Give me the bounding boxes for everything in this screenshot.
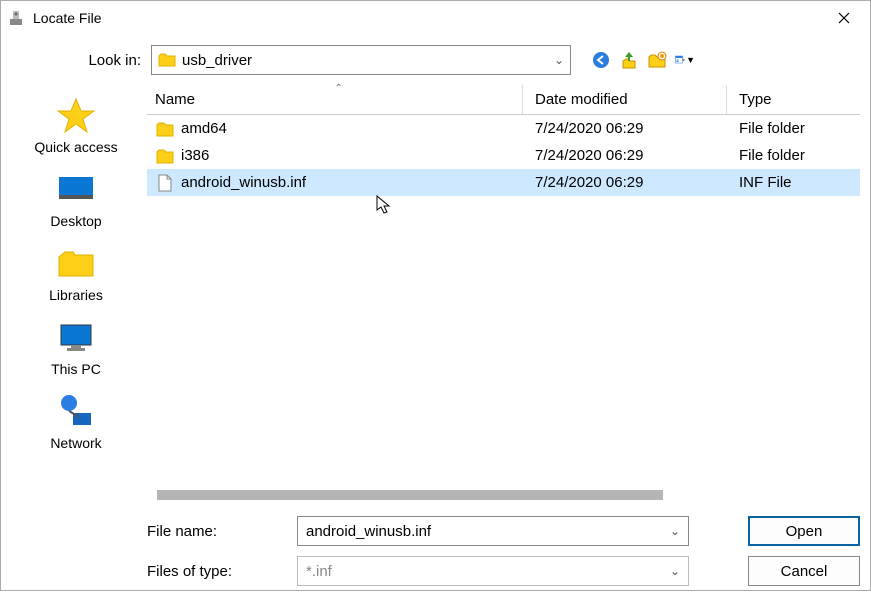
column-header-date[interactable]: Date modified [523, 85, 727, 114]
column-header-name[interactable]: Name ⌃ [147, 85, 523, 114]
open-button[interactable]: Open [748, 516, 860, 546]
horizontal-scrollbar[interactable] [157, 490, 860, 506]
up-button[interactable] [619, 50, 639, 70]
sort-up-icon: ⌃ [335, 83, 343, 94]
filename-label: File name: [147, 523, 287, 540]
new-folder-button[interactable] [647, 50, 667, 70]
file-name: i386 [181, 147, 209, 164]
file-row[interactable]: i386 7/24/2020 06:29File folder [147, 142, 860, 169]
file-row[interactable]: android_winusb.inf 7/24/2020 06:29INF Fil… [147, 169, 860, 196]
folder-icon [158, 52, 176, 68]
file-date: 7/24/2020 06:29 [523, 174, 727, 191]
app-icon [7, 9, 25, 27]
file-type: INF File [727, 174, 860, 191]
folder-icon [155, 146, 175, 166]
close-icon [838, 12, 850, 24]
chevron-down-icon: ▼ [686, 55, 695, 65]
chevron-down-icon: ⌄ [670, 564, 680, 578]
place-libraries[interactable]: Libraries [49, 243, 103, 303]
file-name: android_winusb.inf [181, 174, 306, 191]
file-icon [155, 173, 175, 193]
titlebar: Locate File [1, 1, 870, 35]
network-icon [55, 391, 97, 433]
file-row[interactable]: amd64 7/24/2020 06:29File folder [147, 115, 860, 142]
file-date: 7/24/2020 06:29 [523, 120, 727, 137]
view-menu-button[interactable]: ▼ [675, 50, 695, 70]
desktop-icon [55, 169, 97, 211]
monitor-icon [55, 317, 97, 359]
back-button[interactable] [591, 50, 611, 70]
scrollbar-thumb[interactable] [157, 490, 663, 500]
file-date: 7/24/2020 06:29 [523, 147, 727, 164]
window-title: Locate File [33, 10, 824, 26]
star-icon [55, 95, 97, 137]
file-type: File folder [727, 147, 860, 164]
folder-icon [155, 119, 175, 139]
file-name: amd64 [181, 120, 227, 137]
chevron-down-icon: ⌄ [554, 53, 564, 67]
place-this-pc[interactable]: This PC [51, 317, 101, 377]
filetype-combo[interactable]: *.inf ⌄ [297, 556, 689, 586]
lookin-label: Look in: [71, 52, 141, 69]
place-network[interactable]: Network [50, 391, 101, 451]
close-button[interactable] [824, 2, 864, 34]
chevron-down-icon: ⌄ [670, 524, 680, 538]
filetype-label: Files of type: [147, 563, 287, 580]
file-type: File folder [727, 120, 860, 137]
places-sidebar: Quick access Desktop Libraries This PC N… [11, 45, 141, 586]
place-quick-access[interactable]: Quick access [34, 95, 117, 155]
file-list: Name ⌃ Date modified Type amd64 7/24/2020… [147, 85, 860, 516]
libraries-icon [55, 243, 97, 285]
filename-input[interactable]: android_winusb.inf ⌄ [297, 516, 689, 546]
place-desktop[interactable]: Desktop [50, 169, 101, 229]
cancel-button[interactable]: Cancel [748, 556, 860, 586]
column-header-type[interactable]: Type [727, 85, 860, 114]
lookin-combo[interactable]: usb_driver ⌄ [151, 45, 571, 75]
